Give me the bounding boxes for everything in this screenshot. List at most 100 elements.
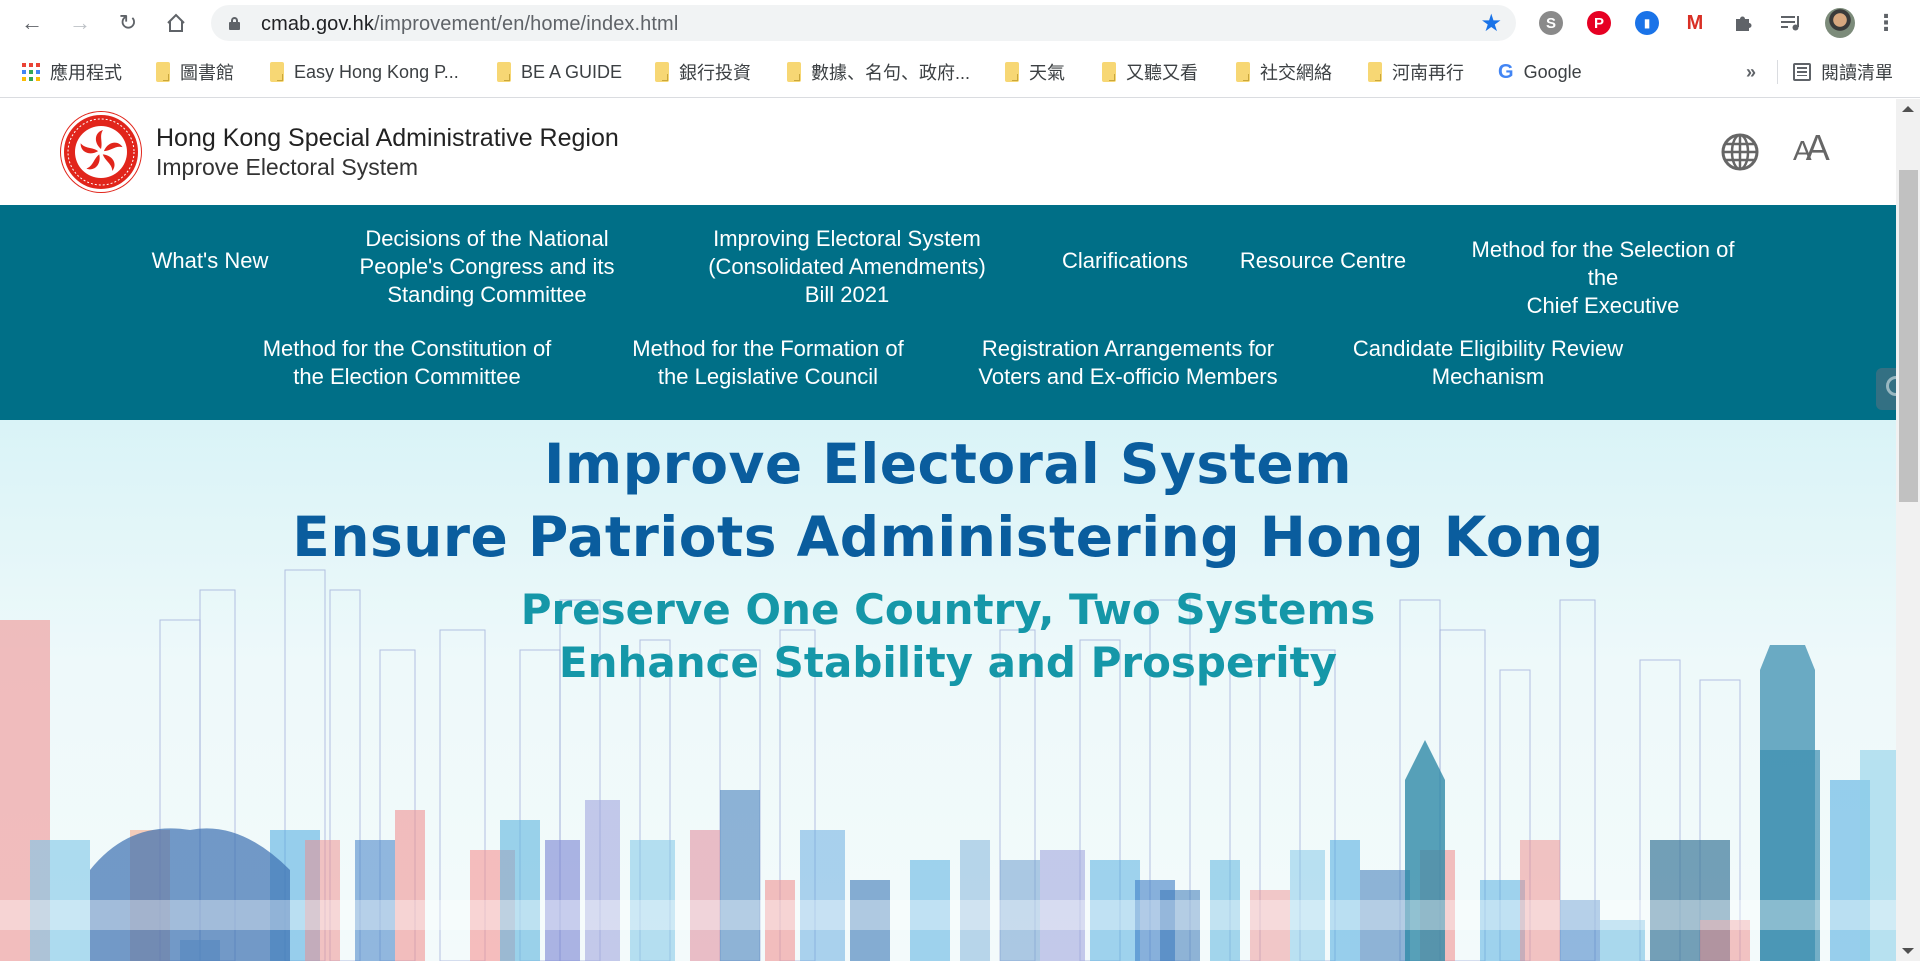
divider bbox=[1777, 60, 1778, 84]
site-subtitle: Improve Electoral System bbox=[156, 154, 419, 180]
folder-icon bbox=[156, 62, 170, 82]
bookmark-folder[interactable]: 銀行投資 bbox=[655, 59, 751, 85]
bookmark-star-icon[interactable]: ★ bbox=[1480, 9, 1502, 38]
scroll-up-button[interactable] bbox=[1896, 99, 1920, 119]
forward-arrow-icon: → bbox=[69, 10, 91, 35]
hksar-emblem-logo[interactable] bbox=[61, 112, 141, 192]
reload-icon: ↻ bbox=[118, 10, 138, 35]
bookmark-label: 天氣 bbox=[1029, 63, 1065, 83]
colored-building bbox=[720, 790, 760, 961]
playlist-icon bbox=[1781, 16, 1799, 31]
bookmark-folder[interactable]: 社交網絡 bbox=[1236, 59, 1332, 85]
home-icon bbox=[167, 13, 185, 32]
gmail-icon: M bbox=[1683, 11, 1707, 35]
address-bar[interactable]: cmab.gov.hk/improvement/en/home/index.ht… bbox=[211, 5, 1516, 41]
nav-legislative-council[interactable]: Method for the Formation of the Legislat… bbox=[632, 335, 903, 391]
bookmark-label: 河南再行 bbox=[1392, 63, 1464, 83]
skype-extension[interactable]: S bbox=[1537, 9, 1565, 37]
bookmark-label: Easy Hong Kong P... bbox=[294, 61, 459, 82]
bookmark-label: 圖書館 bbox=[180, 63, 234, 83]
font-size-icon-large: A bbox=[1805, 127, 1830, 168]
bookmarks-overflow-button[interactable]: » bbox=[1746, 59, 1756, 85]
bookmark-google[interactable]: G Google bbox=[1498, 59, 1582, 85]
colored-building bbox=[395, 810, 425, 961]
folder-icon bbox=[655, 62, 669, 82]
nav-chief-executive-selection[interactable]: Method for the Selection of the Chief Ex… bbox=[1457, 236, 1750, 320]
puzzle-icon bbox=[1736, 16, 1752, 31]
more-vert-icon: ⋮ bbox=[1875, 10, 1897, 35]
page-viewport: Hong Kong Special Administrative Region … bbox=[0, 99, 1896, 961]
google-icon: G bbox=[1498, 60, 1514, 83]
scrollbar-thumb[interactable] bbox=[1899, 170, 1918, 502]
page-scrollbar[interactable] bbox=[1896, 99, 1920, 961]
colored-building bbox=[800, 830, 845, 961]
site-header: Hong Kong Special Administrative Region … bbox=[0, 99, 1896, 205]
folder-icon bbox=[1102, 62, 1116, 82]
apps-grid-icon bbox=[22, 63, 40, 81]
bookmark-icon: ▮ bbox=[1635, 11, 1659, 35]
bauhinia-icon bbox=[67, 118, 135, 186]
bookmark-folder[interactable]: 圖書館 bbox=[156, 59, 234, 85]
back-arrow-icon: ← bbox=[21, 10, 43, 35]
bookmark-extension[interactable]: ▮ bbox=[1633, 9, 1661, 37]
nav-candidate-eligibility[interactable]: Candidate Eligibility Review Mechanism bbox=[1353, 335, 1623, 391]
extensions-button[interactable] bbox=[1729, 9, 1757, 37]
convention-centre bbox=[90, 828, 290, 961]
lock-icon bbox=[229, 17, 240, 30]
home-button[interactable] bbox=[160, 7, 192, 39]
reading-list-label: 閱讀清單 bbox=[1821, 63, 1893, 83]
main-navigation: What's New Decisions of the National Peo… bbox=[0, 205, 1896, 420]
bookmark-folder[interactable]: 數據、名句、政府... bbox=[787, 59, 970, 85]
globe-icon[interactable] bbox=[1720, 132, 1760, 172]
banner-tagline-1: Preserve One Country, Two Systems bbox=[520, 585, 1376, 634]
bookmark-folder[interactable]: 天氣 bbox=[1005, 59, 1065, 85]
bookmark-folder[interactable]: 河南再行 bbox=[1368, 59, 1464, 85]
site-title: Hong Kong Special Administrative Region bbox=[156, 124, 619, 152]
pinterest-extension[interactable]: P bbox=[1585, 9, 1613, 37]
font-size-button[interactable]: AA bbox=[1793, 127, 1830, 169]
nav-whats-new[interactable]: What's New bbox=[152, 247, 269, 275]
back-button[interactable]: ← bbox=[16, 7, 48, 39]
bookmark-label: 數據、名句、政府... bbox=[811, 63, 971, 83]
skype-icon: S bbox=[1539, 11, 1563, 35]
triangle-down-icon bbox=[1902, 948, 1914, 954]
reading-list-icon bbox=[1793, 63, 1811, 81]
scroll-down-button[interactable] bbox=[1896, 941, 1920, 961]
forward-button[interactable]: → bbox=[64, 7, 96, 39]
folder-icon bbox=[497, 62, 511, 82]
nav-election-committee[interactable]: Method for the Constitution of the Elect… bbox=[263, 335, 552, 391]
bookmark-folder[interactable]: 又聽又看 bbox=[1102, 59, 1198, 85]
nav-electoral-bill-2021[interactable]: Improving Electoral System (Consolidated… bbox=[708, 225, 986, 309]
horizon-band bbox=[0, 900, 1896, 930]
url-text[interactable]: cmab.gov.hk/improvement/en/home/index.ht… bbox=[261, 13, 678, 36]
browser-toolbar: ← → ↻ cmab.gov.hk/improvement/en/home/in… bbox=[0, 0, 1920, 46]
media-control-button[interactable] bbox=[1777, 9, 1805, 37]
avatar bbox=[1825, 8, 1855, 38]
nav-npc-decisions[interactable]: Decisions of the National People's Congr… bbox=[360, 225, 615, 309]
nav-resource-centre[interactable]: Resource Centre bbox=[1240, 247, 1406, 275]
profile-button[interactable] bbox=[1824, 7, 1856, 39]
nav-registration-arrangements[interactable]: Registration Arrangements for Voters and… bbox=[978, 335, 1277, 391]
bookmark-label: 社交網絡 bbox=[1260, 63, 1332, 83]
bookmark-folder[interactable]: Easy Hong Kong P... bbox=[270, 59, 459, 85]
skyline-illustration bbox=[0, 569, 1896, 961]
hero-banner: Improve Electoral System Ensure Patriots… bbox=[0, 420, 1896, 961]
reading-list-button[interactable]: 閱讀清單 bbox=[1793, 59, 1893, 85]
bookmark-label: 應用程式 bbox=[50, 63, 122, 83]
font-size-icon-small: A bbox=[1793, 135, 1812, 166]
bookmark-label: 銀行投資 bbox=[679, 63, 751, 83]
bookmark-label: 又聽又看 bbox=[1126, 63, 1198, 83]
banner-headline-2: Ensure Patriots Administering Hong Kong bbox=[292, 505, 1604, 569]
nav-clarifications[interactable]: Clarifications bbox=[1062, 247, 1188, 275]
colored-building bbox=[585, 800, 620, 961]
bookmark-folder[interactable]: BE A GUIDE bbox=[497, 59, 622, 85]
banner-tagline-2: Enhance Stability and Prosperity bbox=[558, 638, 1338, 687]
menu-button[interactable]: ⋮ bbox=[1872, 9, 1900, 37]
reload-button[interactable]: ↻ bbox=[112, 7, 144, 39]
gmail-extension[interactable]: M bbox=[1681, 9, 1709, 37]
bookmark-apps[interactable]: 應用程式 bbox=[22, 59, 122, 85]
colored-building bbox=[500, 820, 540, 961]
triangle-up-icon bbox=[1902, 106, 1914, 112]
bookmark-label: Google bbox=[1523, 61, 1582, 82]
folder-icon bbox=[1236, 62, 1250, 82]
